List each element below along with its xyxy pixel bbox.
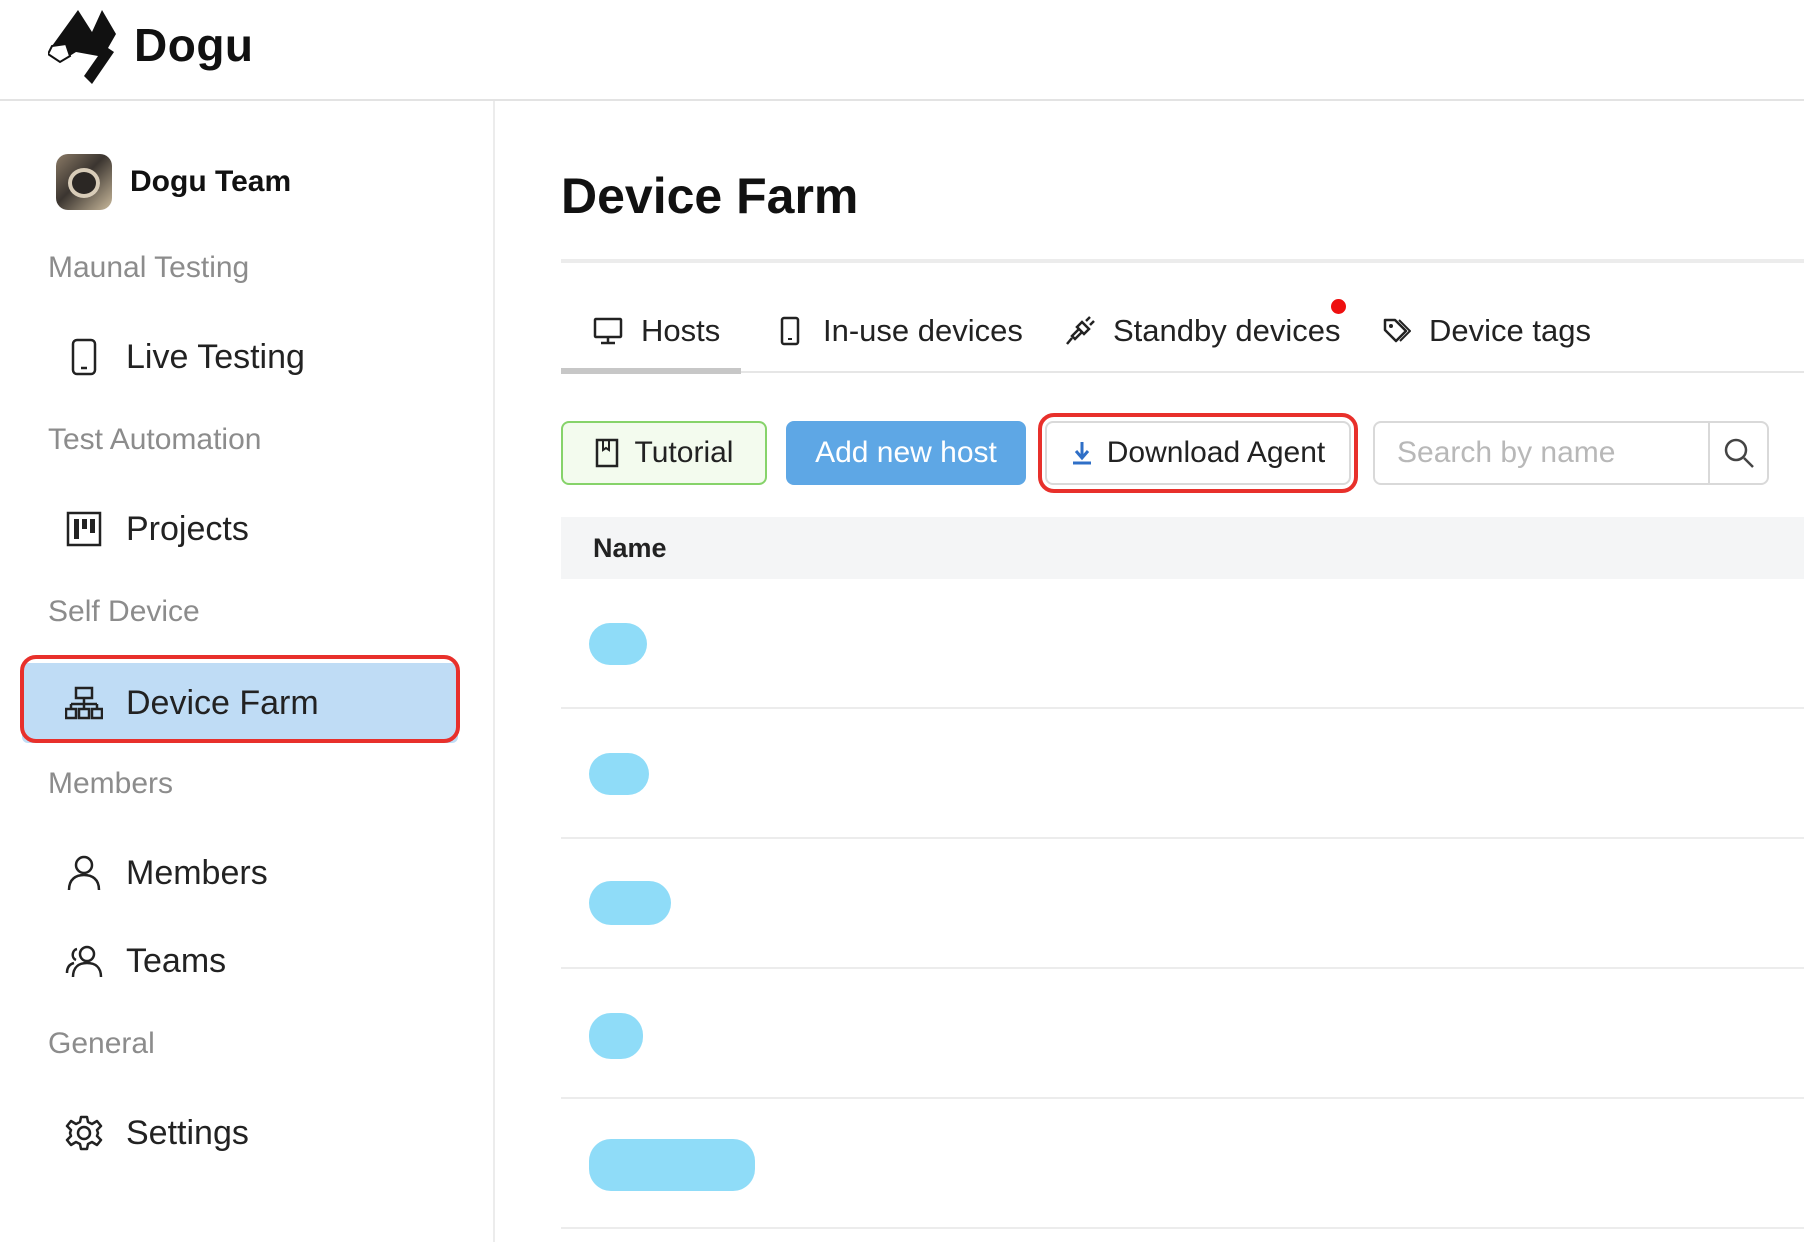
- team-avatar: [56, 154, 112, 210]
- sidebar-item-settings[interactable]: Settings: [22, 1093, 458, 1173]
- search-icon: [1724, 438, 1754, 468]
- active-tab-indicator: [561, 368, 741, 374]
- search-box: [1373, 421, 1769, 485]
- title-divider: [561, 259, 1804, 263]
- sidebar-item-live-testing[interactable]: Live Testing: [22, 317, 458, 397]
- top-bar: Dogu: [0, 0, 1804, 101]
- main-content: Device Farm Hosts In-use devices Standby…: [497, 101, 1804, 1242]
- section-members: Members: [48, 767, 174, 800]
- tags-icon: [1379, 314, 1413, 348]
- sidebar-item-teams[interactable]: Teams: [22, 921, 458, 1001]
- section-general: General: [48, 1027, 155, 1060]
- sidebar-item-label: Teams: [126, 941, 227, 980]
- redacted-host-name: [589, 881, 671, 925]
- tab-bar: Hosts In-use devices Standby devices Dev…: [561, 289, 1804, 374]
- tab-label: In-use devices: [823, 313, 1023, 348]
- plug-icon: [1063, 314, 1097, 348]
- notification-dot: [1331, 299, 1346, 314]
- redacted-host-name: [589, 1013, 643, 1059]
- tab-device-tags[interactable]: Device tags: [1379, 289, 1591, 373]
- tab-in-use-devices[interactable]: In-use devices: [773, 289, 1023, 373]
- table-row[interactable]: [561, 579, 1804, 709]
- highlight-device-farm: [20, 655, 460, 743]
- mobile-icon: [773, 314, 807, 348]
- search-input[interactable]: [1375, 423, 1708, 483]
- project-board-icon: [64, 509, 104, 549]
- user-icon: [64, 853, 104, 893]
- search-button[interactable]: [1708, 423, 1767, 483]
- redacted-host-name: [589, 1139, 755, 1191]
- sidebar-item-members[interactable]: Members: [22, 833, 458, 913]
- sidebar-item-label: Settings: [126, 1113, 249, 1152]
- tab-standby-devices[interactable]: Standby devices: [1063, 289, 1340, 373]
- dogu-logo-icon[interactable]: [48, 4, 128, 86]
- tutorial-button[interactable]: Tutorial: [561, 421, 767, 485]
- add-new-host-button[interactable]: Add new host: [786, 421, 1026, 485]
- highlight-download-agent: [1038, 413, 1358, 493]
- tab-label: Device tags: [1429, 313, 1591, 348]
- team-name: Dogu Team: [130, 165, 292, 198]
- redacted-host-name: [589, 753, 649, 795]
- section-self-device: Self Device: [48, 595, 200, 628]
- team-switcher[interactable]: Dogu Team: [56, 153, 291, 211]
- table-row[interactable]: [561, 969, 1804, 1099]
- table-row[interactable]: [561, 1099, 1804, 1229]
- brand-name[interactable]: Dogu: [134, 18, 254, 72]
- redacted-host-name: [589, 623, 647, 665]
- page-title: Device Farm: [561, 168, 859, 224]
- table-row[interactable]: [561, 709, 1804, 839]
- sidebar-item-label: Members: [126, 853, 268, 892]
- sidebar-item-label: Live Testing: [126, 337, 305, 376]
- table-row[interactable]: [561, 839, 1804, 969]
- section-test-automation: Test Automation: [48, 423, 262, 456]
- gear-icon: [64, 1113, 104, 1153]
- smartphone-icon: [64, 337, 104, 377]
- book-icon: [595, 438, 619, 468]
- column-header-name[interactable]: Name: [593, 533, 667, 564]
- sidebar-item-projects[interactable]: Projects: [22, 489, 458, 569]
- table-header: Name: [561, 517, 1804, 579]
- desktop-icon: [591, 314, 625, 348]
- tab-label: Hosts: [641, 313, 721, 348]
- sidebar-item-label: Projects: [126, 509, 249, 548]
- team-icon: [64, 941, 104, 981]
- sidebar: Dogu Team Maunal Testing Live Testing Te…: [0, 101, 495, 1242]
- section-manual-testing: Maunal Testing: [48, 251, 250, 284]
- tab-label: Standby devices: [1113, 313, 1341, 348]
- tutorial-label: Tutorial: [634, 436, 734, 469]
- tab-hosts[interactable]: Hosts: [591, 289, 720, 373]
